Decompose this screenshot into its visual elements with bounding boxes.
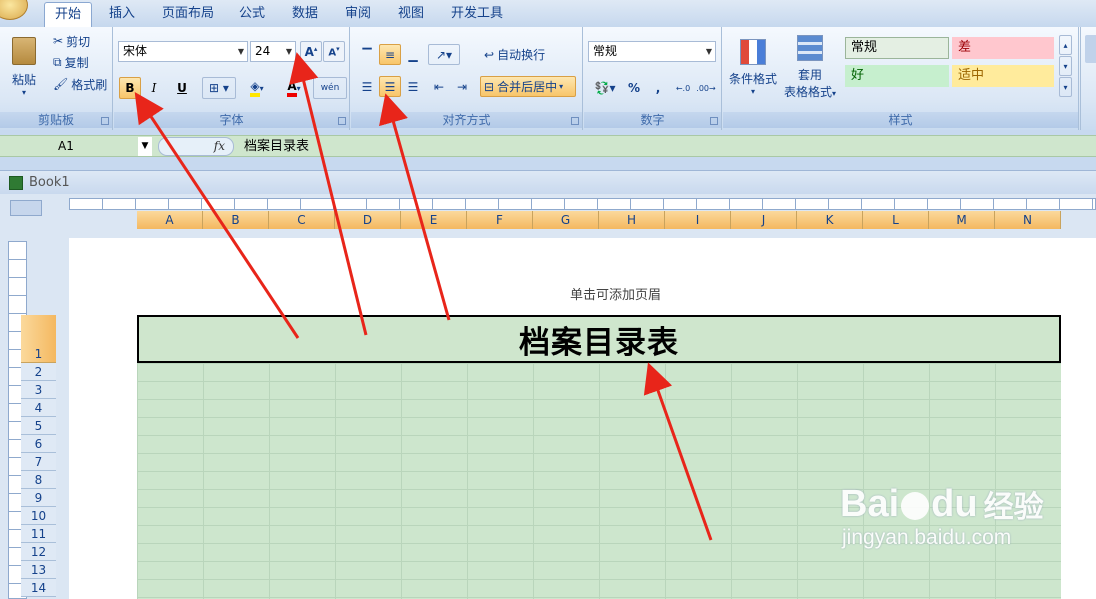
arrow-to-font-size: [289, 52, 368, 336]
annotation-arrows: [134, 52, 713, 541]
arrow-to-bold: [134, 92, 300, 339]
arrow-to-title-cell: [643, 362, 713, 541]
arrow-to-center-align: [379, 93, 451, 321]
